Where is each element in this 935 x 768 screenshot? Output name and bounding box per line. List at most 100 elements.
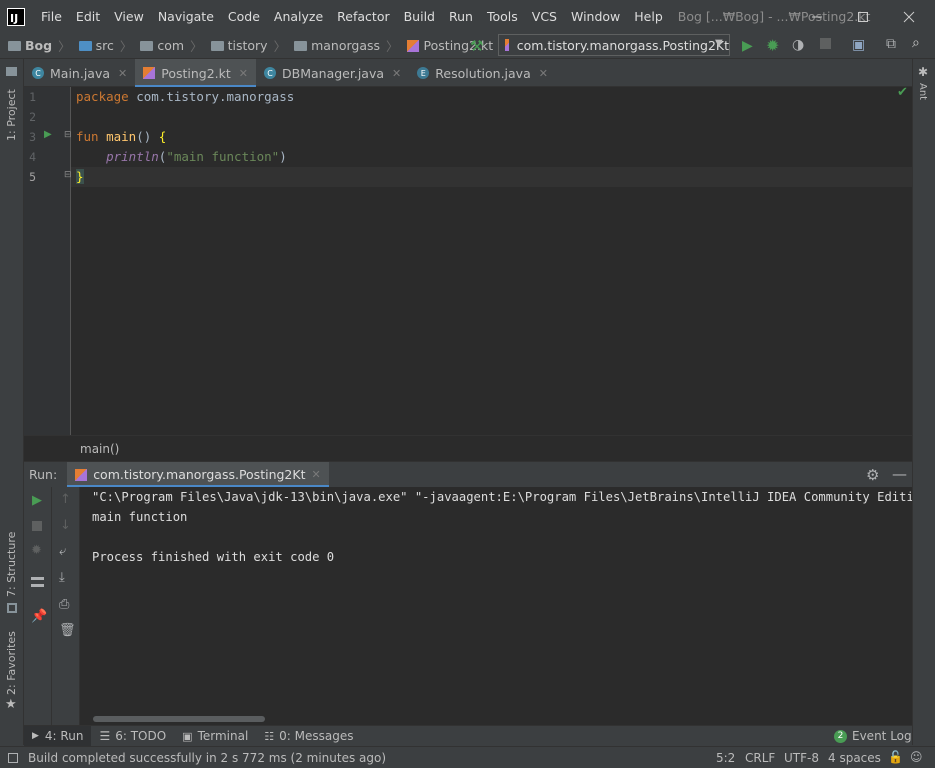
java-class-icon: C xyxy=(264,67,277,79)
close-tab-icon[interactable]: ✕ xyxy=(539,67,548,80)
run-tab[interactable]: com.tistory.manorgass.Posting2Kt ✕ xyxy=(67,461,329,488)
settings-gear-icon[interactable]: ⚙ xyxy=(866,466,879,484)
tab-resolution-java[interactable]: E Resolution.java ✕ xyxy=(409,59,556,87)
main-menu: File Edit View Navigate Code Analyze Ref… xyxy=(34,0,670,33)
stop-icon[interactable] xyxy=(820,38,831,49)
hide-panel-icon[interactable]: — xyxy=(892,465,907,483)
function-breadcrumb[interactable]: main() xyxy=(80,442,119,456)
chevron-right-icon: 〉 xyxy=(58,39,71,54)
ant-tool-button[interactable]: Ant xyxy=(917,83,928,100)
run-toolbar-secondary: ↑ ↓ ⤶ ⤓ ⎙ 🗑 xyxy=(52,487,80,725)
layout-icon[interactable] xyxy=(31,577,44,587)
indent-setting[interactable]: 4 spaces xyxy=(828,751,881,765)
print-icon[interactable]: ⎙ xyxy=(59,597,69,612)
menu-vcs[interactable]: VCS xyxy=(525,0,564,33)
breadcrumb-project[interactable]: Bog 〉 xyxy=(8,36,71,55)
bottom-tool-bar: ▶ 4: Run ☰ 6: TODO ▣ Terminal ☷ 0: Messa… xyxy=(24,725,912,747)
run-panel-header: Run: com.tistory.manorgass.Posting2Kt ✕ … xyxy=(24,461,912,488)
close-tab-icon[interactable]: ✕ xyxy=(239,67,248,80)
run-icon[interactable]: ▶ xyxy=(742,38,753,54)
close-tab-icon[interactable]: ✕ xyxy=(118,67,127,80)
console-line: "C:\Program Files\Java\jdk-13\bin\java.e… xyxy=(92,490,912,504)
menu-analyze[interactable]: Analyze xyxy=(267,0,330,33)
horizontal-scrollbar[interactable] xyxy=(93,716,265,722)
menu-build[interactable]: Build xyxy=(397,0,442,33)
favorites-star-icon: ★ xyxy=(5,697,17,712)
kotlin-icon xyxy=(505,39,509,51)
java-enum-icon: E xyxy=(417,67,430,79)
breadcrumb-manorgass[interactable]: manorgass 〉 xyxy=(294,36,399,55)
file-encoding[interactable]: UTF-8 xyxy=(784,751,819,765)
project-folder-icon xyxy=(8,40,21,51)
console-output[interactable]: "C:\Program Files\Java\jdk-13\bin\java.e… xyxy=(80,487,912,725)
menu-navigate[interactable]: Navigate xyxy=(151,0,221,33)
event-log-button[interactable]: 2 Event Log xyxy=(834,729,912,743)
structure-tool-button[interactable]: 7: Structure xyxy=(5,532,18,597)
tab-posting2-kt[interactable]: Posting2.kt ✕ xyxy=(135,59,257,88)
breadcrumb-src[interactable]: src 〉 xyxy=(78,36,132,55)
scroll-to-end-icon[interactable]: ⤓ xyxy=(59,570,65,585)
down-arrow-icon[interactable]: ↓ xyxy=(60,518,71,533)
menu-file[interactable]: File xyxy=(34,0,69,33)
left-tool-strip: 1: Project 7: Structure ★ 2: Favorites xyxy=(0,59,24,745)
breadcrumb-com[interactable]: com 〉 xyxy=(140,36,203,55)
menu-code[interactable]: Code xyxy=(221,0,267,33)
tool-window-toggle-icon[interactable] xyxy=(8,752,18,763)
project-icon xyxy=(6,67,17,76)
soft-wrap-icon[interactable]: ⤶ xyxy=(59,544,66,559)
intellij-logo-icon: IJ xyxy=(7,7,25,26)
menu-run[interactable]: Run xyxy=(442,0,480,33)
messages-icon: ☷ xyxy=(264,729,275,743)
structure-icon xyxy=(7,603,17,613)
package-folder-icon xyxy=(294,40,308,51)
tool-todo[interactable]: ☰ 6: TODO xyxy=(91,726,174,747)
inspector-icon[interactable]: ☺ xyxy=(910,750,923,764)
coverage-icon[interactable]: ◑ xyxy=(792,37,804,53)
stop-icon[interactable] xyxy=(32,521,42,531)
caret-position[interactable]: 5:2 xyxy=(716,751,735,765)
close-button[interactable] xyxy=(886,0,932,33)
menu-help[interactable]: Help xyxy=(627,0,670,33)
tab-main-java[interactable]: C Main.java ✕ xyxy=(24,59,135,87)
chevron-right-icon: 〉 xyxy=(273,39,287,54)
tab-dbmanager-java[interactable]: C DBManager.java ✕ xyxy=(256,59,409,87)
menu-window[interactable]: Window xyxy=(564,0,627,33)
close-tab-icon[interactable]: ✕ xyxy=(311,468,320,481)
close-tab-icon[interactable]: ✕ xyxy=(392,67,401,80)
project-structure-icon[interactable]: ▣ xyxy=(852,37,865,53)
debug-icon[interactable]: ✹ xyxy=(31,543,42,558)
package-folder-icon xyxy=(140,40,154,51)
rerun-icon[interactable]: ▶ xyxy=(32,493,42,508)
trash-icon[interactable]: 🗑 xyxy=(59,623,76,638)
tool-terminal[interactable]: ▣ Terminal xyxy=(174,726,256,747)
favorites-tool-button[interactable]: 2: Favorites xyxy=(5,631,18,695)
pin-icon[interactable]: 📌 xyxy=(31,609,47,624)
chevron-down-icon: ▼ xyxy=(715,38,723,49)
layout-icon[interactable]: ⧉ xyxy=(886,36,896,52)
line-number: 3 xyxy=(29,130,36,144)
line-separator[interactable]: CRLF xyxy=(745,751,775,765)
menu-tools[interactable]: Tools xyxy=(480,0,525,33)
menu-view[interactable]: View xyxy=(107,0,151,33)
menu-refactor[interactable]: Refactor xyxy=(330,0,396,33)
project-tool-button[interactable]: 1: Project xyxy=(5,89,18,141)
lock-icon[interactable]: 🔓 xyxy=(888,750,903,764)
run-icon: ▶ xyxy=(32,731,39,741)
tool-run[interactable]: ▶ 4: Run xyxy=(24,725,92,747)
code-line-3: fun main() { xyxy=(76,129,167,144)
line-number: 4 xyxy=(29,150,36,164)
debug-bug-icon[interactable]: ✹ xyxy=(766,36,779,55)
maximize-button[interactable] xyxy=(840,0,886,33)
run-configuration-select[interactable]: com.tistory.manorgass.Posting2Kt ▼ xyxy=(498,34,730,56)
code-editor[interactable]: package com.tistory.manorgass fun main()… xyxy=(71,85,912,435)
minimize-button[interactable] xyxy=(794,0,840,33)
right-tool-strip: ✱ Ant xyxy=(912,59,935,745)
search-icon[interactable]: ⌕ xyxy=(912,35,920,51)
menu-edit[interactable]: Edit xyxy=(69,0,107,33)
build-hammer-icon[interactable]: ⚒ xyxy=(470,37,483,55)
tool-messages[interactable]: ☷ 0: Messages xyxy=(256,726,361,747)
breadcrumb-tistory[interactable]: tistory 〉 xyxy=(210,36,287,55)
up-arrow-icon[interactable]: ↑ xyxy=(60,492,71,507)
run-gutter-icon[interactable]: ▶ xyxy=(44,129,52,140)
editor-breadcrumb-bar: main() xyxy=(24,435,912,461)
